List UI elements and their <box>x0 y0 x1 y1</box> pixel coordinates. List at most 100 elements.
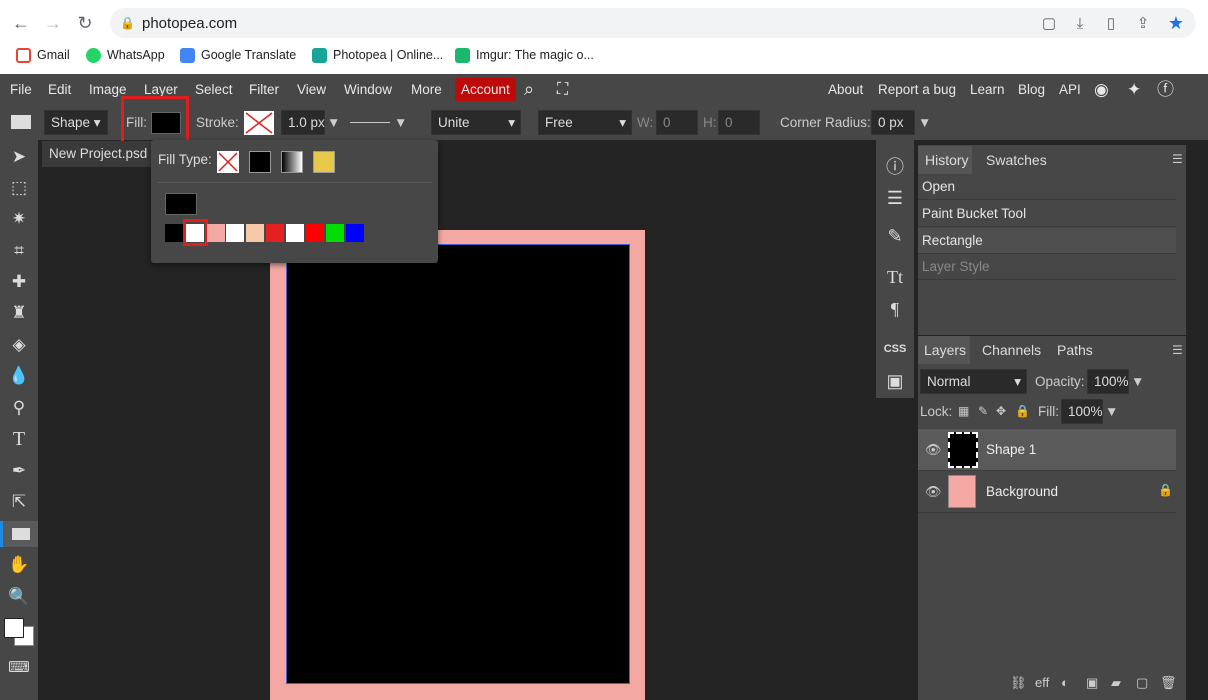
reload-icon[interactable]: ↻ <box>72 10 98 36</box>
w-input[interactable]: 0 <box>656 110 698 135</box>
bookmark-imgur[interactable]: Imgur: The magic o... <box>455 46 594 64</box>
history-item[interactable]: Rectangle <box>918 228 1176 254</box>
current-color-preview[interactable] <box>165 193 197 215</box>
lock-position-icon[interactable]: ✥ <box>996 399 1006 424</box>
effects-icon[interactable]: eff <box>1035 675 1049 690</box>
fill-type-solid[interactable] <box>249 151 271 173</box>
copy-icon[interactable]: ▢ <box>1036 10 1062 36</box>
blur-tool-icon[interactable]: 💧 <box>6 363 32 389</box>
adjustment-layer-icon[interactable]: ◐ <box>1061 675 1069 690</box>
mask-icon[interactable]: ▣ <box>1086 675 1098 691</box>
shape-mode-select[interactable]: Shape ▾ <box>44 110 108 135</box>
lock-paint-icon[interactable]: ✎ <box>978 399 988 424</box>
opacity-dropdown[interactable]: ▼ <box>1131 369 1144 394</box>
menu-about[interactable]: About <box>828 74 863 105</box>
shape-tool-icon[interactable] <box>0 521 38 547</box>
rectangle-tool-icon[interactable] <box>11 115 31 129</box>
trash-icon[interactable]: 🗑 <box>1160 675 1177 691</box>
healing-tool-icon[interactable]: ✚ <box>6 269 32 295</box>
history-menu-icon[interactable]: ☰ <box>1172 152 1183 166</box>
tab-swatches[interactable]: Swatches <box>986 146 1047 174</box>
fill-color-button[interactable] <box>151 112 181 134</box>
swatch-black[interactable] <box>165 224 183 242</box>
foreground-color-swatch[interactable] <box>4 618 24 638</box>
css-icon[interactable]: CSS <box>880 335 910 363</box>
menu-select[interactable]: Select <box>195 74 233 105</box>
opacity-input[interactable]: 100% <box>1087 369 1129 394</box>
menu-api[interactable]: API <box>1059 74 1081 105</box>
swatch-peach[interactable] <box>246 224 264 242</box>
h-input[interactable]: 0 <box>718 110 760 135</box>
stamp-tool-icon[interactable]: ♜ <box>6 300 32 326</box>
bookmark-whatsapp[interactable]: WhatsApp <box>86 46 165 64</box>
history-item[interactable]: Layer Style <box>918 254 1176 280</box>
address-bar[interactable] <box>110 8 1196 38</box>
hand-tool-icon[interactable]: ✋ <box>6 552 32 578</box>
blend-mode-select[interactable]: Normal ▾ <box>920 369 1027 394</box>
menu-learn[interactable]: Learn <box>970 74 1005 105</box>
twitter-icon[interactable]: ✦ <box>1127 74 1141 105</box>
swatch-red[interactable] <box>266 224 284 242</box>
marquee-tool-icon[interactable]: ⬚ <box>6 175 32 201</box>
account-button[interactable]: Account <box>455 78 516 101</box>
page-icon[interactable]: ▯ <box>1098 10 1124 36</box>
stroke-width-dropdown[interactable]: ▼ <box>327 110 340 135</box>
bookmark-photopea[interactable]: Photopea | Online... <box>312 46 443 64</box>
menu-file[interactable]: File <box>10 74 32 105</box>
tab-history[interactable]: History <box>918 146 972 174</box>
bookmark-translate[interactable]: Google Translate <box>180 46 296 64</box>
share-icon[interactable]: ⇪ <box>1130 10 1156 36</box>
layer-fill-dropdown[interactable]: ▼ <box>1105 399 1118 424</box>
history-item[interactable]: Open <box>918 174 1176 200</box>
layer-row[interactable]: 👁 Background 🔒 <box>918 471 1176 513</box>
swatch-green[interactable] <box>326 224 344 242</box>
bookmark-gmail[interactable]: Gmail <box>16 46 70 64</box>
document-tab[interactable]: New Project.psd <box>42 141 154 167</box>
swatch-blue[interactable] <box>346 224 364 242</box>
menu-filter[interactable]: Filter <box>249 74 279 105</box>
visibility-icon[interactable]: 👁 <box>925 442 942 458</box>
back-icon[interactable]: ← <box>8 10 34 36</box>
tab-paths[interactable]: Paths <box>1057 336 1093 364</box>
swatch-white-3[interactable] <box>286 224 304 242</box>
info-icon[interactable]: ⓘ <box>880 152 910 180</box>
tab-layers[interactable]: Layers <box>918 336 970 364</box>
menu-more[interactable]: More <box>411 74 442 105</box>
facebook-icon[interactable]: ⓕ <box>1157 74 1174 105</box>
adjustments-icon[interactable]: ☰ <box>880 184 910 212</box>
path-select-icon[interactable]: ⇱ <box>6 489 32 515</box>
corner-radius-input[interactable]: 0 px <box>871 110 915 135</box>
layer-name[interactable]: Shape 1 <box>986 442 1036 457</box>
corner-radius-dropdown[interactable]: ▼ <box>918 110 931 135</box>
menu-window[interactable]: Window <box>344 74 392 105</box>
link-layers-icon[interactable]: ⛓ <box>1010 675 1027 691</box>
fill-type-none[interactable] <box>217 151 239 173</box>
star-icon[interactable]: ★ <box>1163 10 1189 36</box>
lock-transparency-icon[interactable]: ▦ <box>958 399 969 424</box>
swatch-pink[interactable] <box>207 224 225 242</box>
paragraph-icon[interactable]: ¶ <box>880 295 910 323</box>
download-icon[interactable]: ⤓ <box>1067 10 1093 36</box>
layer-row[interactable]: 👁 Shape 1 <box>918 429 1176 471</box>
history-item[interactable]: Paint Bucket Tool <box>918 201 1176 227</box>
dodge-tool-icon[interactable]: ⚲ <box>6 395 32 421</box>
eraser-tool-icon[interactable]: ◈ <box>6 332 32 358</box>
stroke-style-line[interactable] <box>350 122 390 123</box>
url-text[interactable]: photopea.com <box>142 15 237 32</box>
new-layer-icon[interactable]: ▢ <box>1136 675 1148 691</box>
fill-type-gradient[interactable] <box>281 151 303 173</box>
visibility-icon[interactable]: 👁 <box>925 484 942 500</box>
rectangle-shape[interactable] <box>286 244 630 684</box>
reddit-icon[interactable]: ◉ <box>1094 74 1109 105</box>
folder-icon[interactable]: ▰ <box>1111 675 1121 691</box>
menu-report-bug[interactable]: Report a bug <box>878 74 956 105</box>
layer-fill-input[interactable]: 100% <box>1061 399 1103 424</box>
move-tool-icon[interactable]: ➤ <box>6 144 32 170</box>
search-icon[interactable]: ⌕ <box>524 74 534 105</box>
menu-edit[interactable]: Edit <box>48 74 71 105</box>
stroke-width-input[interactable]: 1.0 px <box>281 110 325 135</box>
crop-tool-icon[interactable]: ⌗ <box>6 238 32 264</box>
combine-select[interactable]: Unite ▾ <box>431 110 521 135</box>
stroke-style-dropdown[interactable]: ▼ <box>394 110 407 135</box>
fill-type-pattern[interactable] <box>313 151 335 173</box>
